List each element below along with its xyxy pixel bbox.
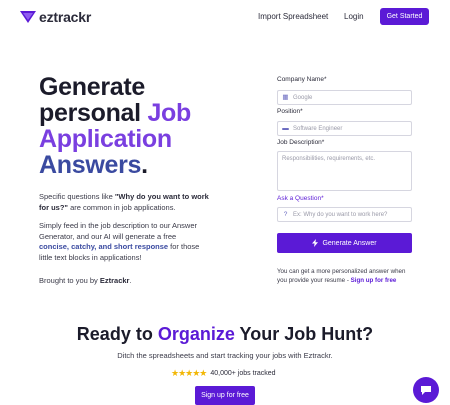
section-title-a: Ready to xyxy=(76,324,158,344)
hero-line-2a: personal xyxy=(39,99,148,127)
ask-question-input[interactable]: ? Ex: Why do you want to work here? xyxy=(277,207,412,222)
logo-icon xyxy=(20,11,36,23)
top-nav: eztrackr Import Spreadsheet Login Get St… xyxy=(0,0,450,34)
building-icon: ▦ xyxy=(282,94,289,101)
job-description-label: Job Description* xyxy=(277,139,325,146)
section-subtitle: Ditch the spreadsheets and start trackin… xyxy=(117,351,333,360)
jobs-tracked-count: 40,000+ jobs tracked xyxy=(210,370,276,377)
logo-text: eztrackr xyxy=(39,9,92,25)
hero-line-2: personal Job xyxy=(39,100,239,126)
signup-button[interactable]: Sign up for free xyxy=(195,386,255,405)
ask-question-placeholder: Ex: Why do you want to work here? xyxy=(293,211,388,218)
intro-p3a: Brought to you by xyxy=(39,276,100,285)
intro-p2b: concise, catchy, and short response xyxy=(39,242,169,251)
job-description-placeholder: Responsibilities, requirements, etc. xyxy=(282,156,376,162)
section-title-b: Organize xyxy=(157,324,235,344)
company-name-input[interactable]: ▦ Google xyxy=(277,90,412,105)
generate-answer-label: Generate Answer xyxy=(322,239,377,247)
rating-row: ★★★★★ 40,000+ jobs tracked xyxy=(171,368,276,379)
company-name-placeholder: Google xyxy=(293,94,313,101)
position-input[interactable]: ▬ Software Engineer xyxy=(277,121,412,136)
logo[interactable]: eztrackr xyxy=(20,9,91,25)
hero-line-4a: Answers xyxy=(39,151,142,179)
intro-p1c: are common in job applications. xyxy=(67,202,176,212)
hero-line-4: Answers. xyxy=(39,152,239,178)
job-description-textarea[interactable]: Responsibilities, requirements, etc. xyxy=(277,151,412,191)
nav-login[interactable]: Login xyxy=(344,12,364,21)
intro-p3b: Eztrackr xyxy=(99,276,130,285)
position-label: Position* xyxy=(277,108,303,115)
resume-note: You can get a more personalized answer w… xyxy=(277,267,417,285)
intro-paragraph-1: Specific questions like "Why do you want… xyxy=(39,192,211,213)
hero-line-4b: . xyxy=(141,151,148,179)
intro-p3c: . xyxy=(129,276,132,285)
star-icon: ★★★★★ xyxy=(171,368,207,378)
chat-icon xyxy=(421,385,431,395)
section-title-c: Your Job Hunt? xyxy=(234,324,374,344)
bolt-icon xyxy=(312,239,319,247)
ask-question-label: Ask a Question* xyxy=(277,195,324,202)
note-signup-link[interactable]: Sign up for free xyxy=(351,277,397,284)
position-placeholder: Software Engineer xyxy=(293,125,343,132)
intro-p2a: Simply feed in the job description to ou… xyxy=(39,221,198,241)
hero-line-3: Application xyxy=(39,125,172,153)
generate-answer-button[interactable]: Generate Answer xyxy=(277,233,412,253)
hero-line-1: Generate xyxy=(39,73,145,101)
hero-line-2b: Job xyxy=(147,99,191,127)
intro-paragraph-3: Brought to you by Eztrackr. xyxy=(39,276,209,287)
briefcase-icon: ▬ xyxy=(282,125,289,132)
chat-widget-button[interactable] xyxy=(413,377,439,403)
intro-paragraph-2: Simply feed in the job description to ou… xyxy=(39,221,207,263)
company-name-label: Company Name* xyxy=(277,76,327,83)
intro-p1a: Specific questions like xyxy=(39,192,115,201)
nav-import-spreadsheet[interactable]: Import Spreadsheet xyxy=(258,12,328,21)
question-icon: ? xyxy=(283,211,288,218)
section-title: Ready to Organize Your Job Hunt? xyxy=(0,324,450,345)
get-started-button[interactable]: Get Started xyxy=(380,8,429,25)
hero-heading: Generate personal Job Application Answer… xyxy=(39,74,239,178)
